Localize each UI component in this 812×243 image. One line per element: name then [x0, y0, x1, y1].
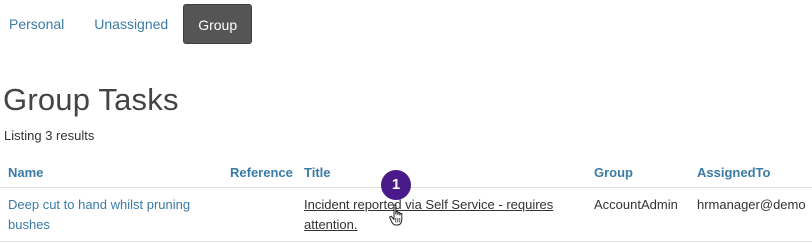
page-title: Group Tasks	[3, 82, 179, 117]
task-title-cell: Incident reported via Self Service - req…	[296, 187, 586, 242]
hand-pointer-icon	[389, 204, 403, 226]
column-header-group[interactable]: Group	[586, 157, 689, 188]
task-title-link[interactable]: Incident reported via Self Service - req…	[304, 197, 553, 232]
column-header-title[interactable]: Title	[296, 157, 586, 188]
step-marker: 1	[381, 170, 411, 200]
task-tabs: Personal Unassigned Group	[0, 4, 253, 44]
column-header-assigned-to[interactable]: AssignedTo	[689, 157, 812, 188]
task-name-cell: Deep cut to hand whilst pruning bushes	[0, 187, 222, 242]
task-reference-cell	[222, 187, 296, 242]
tab-personal[interactable]: Personal	[0, 4, 73, 44]
result-count: Listing 3 results	[4, 128, 95, 143]
tab-unassigned[interactable]: Unassigned	[85, 4, 177, 44]
column-header-reference[interactable]: Reference	[222, 157, 296, 188]
task-group-cell: AccountAdmin	[586, 187, 689, 242]
task-assigned-cell: hrmanager@demo	[689, 187, 812, 242]
column-header-name[interactable]: Name	[0, 157, 222, 188]
tasks-table: Name Reference Title Group AssignedTo De…	[0, 157, 812, 242]
tab-group[interactable]: Group	[183, 4, 253, 44]
